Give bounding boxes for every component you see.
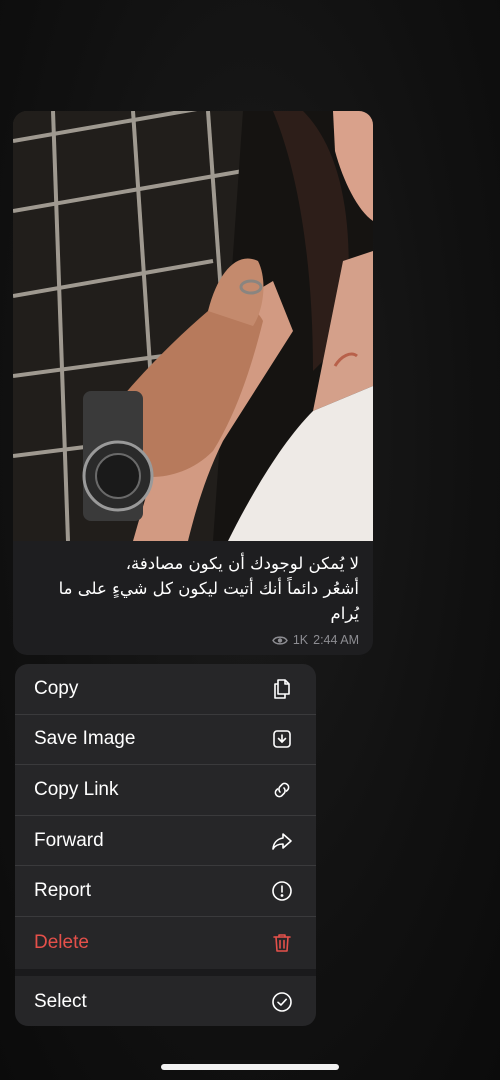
message-bubble[interactable]: لا يُمكن لوجودك أن يكون مصادفة، أشعُر دا… [13,111,373,655]
message-meta: 1K 2:44 AM [272,633,359,647]
menu-item-label: Report [34,880,92,902]
menu-item-label: Copy [34,677,79,699]
menu-item-label: Forward [34,829,104,851]
menu-item-select[interactable]: Select [15,976,316,1026]
menu-item-save-image[interactable]: Save Image [15,715,316,766]
message-time: 2:44 AM [313,633,359,647]
save-image-icon [270,727,294,751]
menu-item-report[interactable]: Report [15,866,316,917]
caption-line: لا يُمكن لوجودك أن يكون مصادفة، [125,554,359,573]
menu-item-label: Save Image [34,728,136,750]
photo-image [13,111,373,541]
menu-item-copy[interactable]: Copy [15,664,316,715]
views-eye-icon [272,635,288,646]
caption-line: يُرام [330,604,360,623]
context-menu: Copy Save Image Copy Link Forward Report… [15,664,316,1026]
menu-item-label: Delete [34,931,89,953]
forward-icon [270,829,294,853]
caption-line: أشعُر دائماً أنك أتيت ليكون كل شيءٍ على … [58,579,359,598]
message-caption: لا يُمكن لوجودك أن يكون مصادفة، أشعُر دا… [27,551,359,626]
home-indicator[interactable] [161,1064,339,1070]
screen: لا يُمكن لوجودك أن يكون مصادفة، أشعُر دا… [0,0,500,1080]
menu-item-label: Select [34,990,87,1012]
menu-item-label: Copy Link [34,778,119,800]
report-icon [270,879,294,903]
trash-icon [270,931,294,955]
menu-separator [15,968,316,976]
link-icon [270,778,294,802]
checkmark-circle-icon [270,990,294,1014]
menu-item-delete[interactable]: Delete [15,917,316,969]
message-photo[interactable] [13,111,373,541]
copy-icon [270,677,294,701]
views-count: 1K [292,633,309,647]
menu-item-forward[interactable]: Forward [15,816,316,867]
menu-item-copy-link[interactable]: Copy Link [15,765,316,816]
